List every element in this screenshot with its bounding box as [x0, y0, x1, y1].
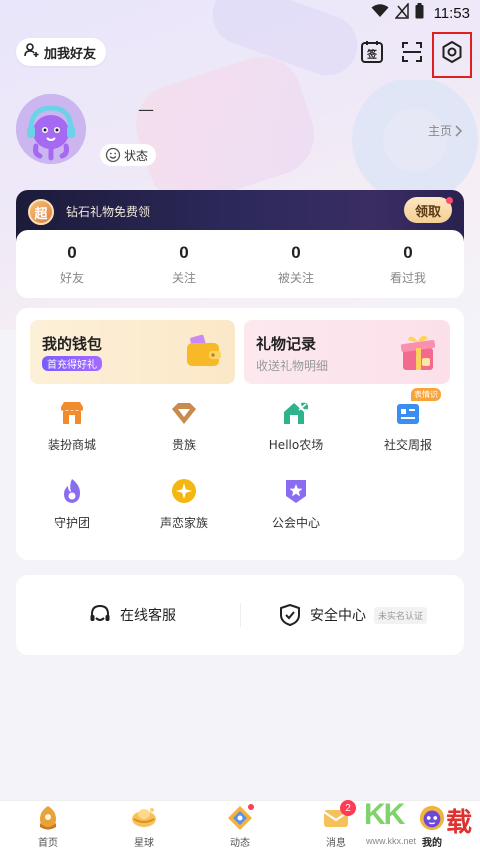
avatar[interactable]	[16, 94, 86, 164]
gift-record-title: 礼物记录	[256, 335, 317, 353]
stats-row: 0 好友 0 关注 0 被关注 0 看过我	[16, 230, 464, 298]
moments-icon	[226, 804, 254, 832]
social-weekly-item[interactable]: 表情识 社交周报	[352, 388, 464, 453]
add-friend-button[interactable]: 加我好友	[16, 38, 107, 66]
family-star-icon	[169, 476, 199, 506]
shop-icon	[57, 398, 87, 428]
watermark-brand: KK	[364, 798, 405, 831]
security-label: 安全中心	[310, 608, 366, 624]
smiley-icon	[105, 147, 121, 163]
features-card: 我的钱包 首充得好礼 礼物记录 收送礼物明细 装扮商城 贵族 Hello农场 表…	[16, 308, 464, 560]
status-button[interactable]: 状态	[100, 144, 157, 166]
feature-label: 贵族	[171, 438, 196, 452]
feature-label: 守护团	[53, 516, 90, 530]
nobility-item[interactable]: 贵族	[128, 398, 240, 453]
gift-record-button[interactable]: 礼物记录 收送礼物明细	[244, 320, 450, 384]
headset-icon	[90, 604, 110, 621]
no-signal-icon	[393, 1, 409, 23]
sign-glyph: 签	[366, 48, 378, 61]
add-person-icon	[24, 42, 40, 62]
chevron-right-icon	[455, 124, 463, 137]
stat-label: 好友	[59, 270, 84, 285]
guard-team-item[interactable]: 守护团	[16, 476, 128, 531]
online-support-button[interactable]: 在线客服	[88, 575, 176, 655]
scan-icon	[402, 42, 422, 62]
stat-label: 看过我	[389, 270, 426, 285]
stat-value: 0	[403, 242, 413, 262]
stat-visitors[interactable]: 0 看过我	[352, 230, 464, 298]
notification-dot	[248, 804, 254, 810]
avatar-mascot-icon	[16, 94, 86, 164]
status-label: 状态	[124, 148, 149, 163]
feature-label: Hello农场	[268, 438, 324, 452]
unread-badge: 2	[340, 800, 356, 816]
nickname: —	[138, 100, 154, 119]
nav-label: 星球	[134, 838, 154, 849]
add-friend-label: 加我好友	[44, 46, 97, 62]
support-label: 在线客服	[120, 608, 176, 624]
voice-family-item[interactable]: 声恋家族	[128, 476, 240, 531]
weekly-report-icon: 表情识	[393, 388, 441, 428]
settings-button[interactable]	[438, 38, 466, 66]
watermark-glyph: 载	[446, 808, 473, 838]
guild-center-item[interactable]: 公会中心	[240, 476, 352, 531]
super-badge-icon: 超	[28, 199, 54, 225]
feature-label: 社交周报	[383, 438, 432, 452]
gear-icon	[442, 41, 462, 63]
stat-value: 0	[67, 242, 77, 262]
nav-home[interactable]: 首页	[0, 801, 96, 854]
wifi-icon	[371, 4, 389, 22]
planet-icon	[130, 804, 158, 832]
claim-button[interactable]: 领取	[404, 197, 452, 223]
stat-followers[interactable]: 0 被关注	[240, 230, 352, 298]
feature-badge: 表情识	[411, 388, 441, 401]
stat-friends[interactable]: 0 好友	[16, 230, 128, 298]
unverified-tag: 未实名认证	[374, 606, 428, 624]
battery-icon	[415, 3, 424, 23]
homepage-label: 主页	[428, 124, 453, 138]
sign-in-calendar-button[interactable]: 签	[358, 38, 386, 66]
diamond-icon	[169, 398, 199, 428]
gift-box-icon	[400, 335, 436, 370]
nav-moments[interactable]: 动态	[192, 801, 288, 854]
status-bar: 11:53	[0, 0, 480, 26]
wallet-title: 我的钱包	[42, 335, 103, 353]
first-recharge-tag: 首充得好礼	[42, 356, 102, 371]
nav-label: 首页	[38, 838, 58, 849]
watermark-url: www.kkx.net	[366, 836, 417, 846]
clock: 11:53	[433, 4, 470, 22]
home-icon	[34, 804, 62, 832]
wallet-button[interactable]: 我的钱包 首充得好礼	[30, 320, 235, 384]
calendar-sign-icon: 签	[361, 41, 383, 63]
stat-following[interactable]: 0 关注	[128, 230, 240, 298]
homepage-link[interactable]: 主页	[428, 122, 463, 139]
notification-dot	[446, 197, 453, 204]
divider	[240, 603, 241, 627]
guild-badge-icon	[281, 476, 311, 506]
shield-check-icon	[280, 604, 300, 626]
service-card: 在线客服 安全中心 未实名认证	[16, 575, 464, 655]
stat-value: 0	[179, 242, 189, 262]
feature-label: 公会中心	[271, 516, 320, 530]
nav-label: 消息	[326, 838, 346, 849]
feature-label: 声恋家族	[159, 516, 208, 530]
security-center-button[interactable]: 安全中心 未实名认证	[278, 575, 428, 655]
gift-record-subtitle: 收送礼物明细	[256, 359, 329, 373]
farm-house-icon	[281, 398, 311, 428]
nav-label: 动态	[230, 838, 250, 849]
wallet-icon	[187, 334, 221, 366]
hello-farm-item[interactable]: Hello农场	[240, 398, 352, 453]
nav-planet[interactable]: 星球	[96, 801, 192, 854]
scan-button[interactable]	[398, 38, 426, 66]
stat-label: 被关注	[277, 270, 314, 285]
guard-flame-icon	[57, 476, 87, 506]
stat-value: 0	[291, 242, 301, 262]
dress-up-shop-item[interactable]: 装扮商城	[16, 398, 128, 453]
message-icon: 2	[322, 800, 356, 832]
feature-label: 装扮商城	[47, 438, 96, 452]
site-watermark: KK 载 www.kkx.net	[360, 798, 476, 850]
stat-label: 关注	[171, 270, 196, 285]
banner-text: 钻石礼物免费领	[66, 205, 151, 219]
